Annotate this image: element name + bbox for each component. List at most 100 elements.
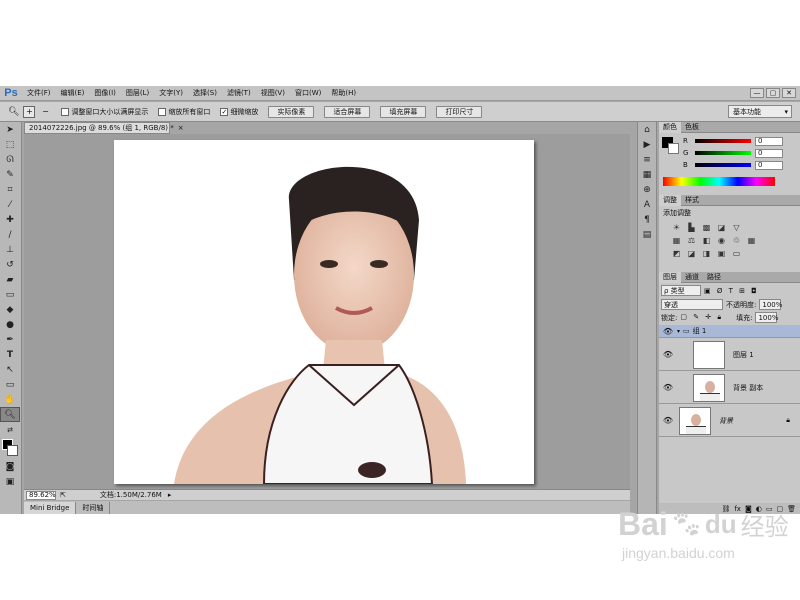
menu-help[interactable]: 帮助(H) [326, 88, 361, 98]
lasso-tool-icon[interactable]: ᘏ [0, 152, 20, 167]
marquee-tool-icon[interactable]: ⬚ [0, 137, 20, 152]
curves-icon[interactable]: ▩ [701, 222, 712, 232]
zoom-level-field[interactable]: 89.62% [26, 490, 56, 500]
gradient-map-icon[interactable]: ▭ [731, 248, 742, 258]
quick-select-tool-icon[interactable]: ✎ [0, 167, 20, 182]
color-spectrum[interactable] [663, 177, 775, 186]
eye-icon[interactable]: 👁︎ [659, 416, 677, 425]
lookup-icon[interactable]: ▦ [746, 235, 757, 245]
checkbox-box[interactable] [61, 107, 70, 116]
close-icon[interactable]: × [178, 124, 184, 132]
eyedropper-tool-icon[interactable]: ⁄ [0, 197, 20, 212]
menu-window[interactable]: 窗口(W) [290, 88, 326, 98]
brush-tool-icon[interactable]: ∕ [0, 227, 20, 242]
zoom-out-icon[interactable]: − [39, 106, 51, 118]
properties-icon[interactable]: ≡ [638, 152, 656, 167]
tab-adjustments[interactable]: 调整 [659, 194, 681, 206]
scrubby-zoom-checkbox[interactable]: ✓ 细微缩放 [220, 107, 258, 117]
posterize-icon[interactable]: ◪ [686, 248, 697, 258]
menu-image[interactable]: 图像(I) [89, 88, 121, 98]
color-swatches[interactable] [0, 437, 21, 459]
close-button[interactable]: ✕ [782, 88, 796, 98]
document-tab[interactable]: 2014072226.jpg @ 89.6% (组 1, RGB/8) * × [24, 122, 184, 134]
history-icon[interactable]: ⌂ [638, 122, 656, 137]
menu-layer[interactable]: 图层(L) [121, 88, 154, 98]
menu-filter[interactable]: 滤镜(T) [222, 88, 256, 98]
vibrance-icon[interactable]: ▽ [731, 222, 742, 232]
threshold-icon[interactable]: ◨ [701, 248, 712, 258]
eraser-tool-icon[interactable]: ▰ [0, 272, 20, 287]
g-slider[interactable] [695, 151, 751, 155]
fill-screen-button[interactable]: 填充屏幕 [380, 105, 427, 118]
dodge-tool-icon[interactable]: ● [0, 317, 20, 332]
status-menu-icon[interactable]: ▸ [168, 491, 172, 499]
mixer-icon[interactable]: ♲ [731, 235, 742, 245]
fill-field[interactable]: 100% [755, 312, 778, 323]
hue-icon[interactable]: ▦ [671, 235, 682, 245]
crop-tool-icon[interactable]: ⌗ [0, 182, 20, 197]
actions-icon[interactable]: ▶ [638, 137, 656, 152]
eye-icon[interactable]: 👁︎ [659, 327, 677, 336]
blend-mode-select[interactable]: 穿透 [661, 299, 723, 310]
minimize-button[interactable]: — [750, 88, 764, 98]
tab-channels[interactable]: 通道 [681, 272, 703, 283]
brush-panel-icon[interactable]: ▦ [638, 167, 656, 182]
zoom-in-icon[interactable]: + [23, 105, 36, 118]
menu-edit[interactable]: 编辑(E) [56, 88, 90, 98]
invert-icon[interactable]: ◩ [671, 248, 682, 258]
history-brush-tool-icon[interactable]: ↺ [0, 257, 20, 272]
photo-filter-icon[interactable]: ◉ [716, 235, 727, 245]
r-slider[interactable] [695, 139, 751, 143]
paragraph-icon[interactable]: ¶ [638, 212, 656, 227]
path-select-tool-icon[interactable]: ↖ [0, 362, 20, 377]
layer-row[interactable]: 👁︎ 图层 1 [659, 339, 800, 371]
clone-source-icon[interactable]: ⊕ [638, 182, 656, 197]
eye-icon[interactable]: 👁︎ [659, 350, 677, 359]
checkbox-box[interactable] [158, 107, 167, 116]
r-value[interactable]: 0 [755, 136, 783, 146]
tab-layers[interactable]: 图层 [659, 271, 681, 283]
restore-button[interactable]: ▢ [766, 88, 780, 98]
opacity-field[interactable]: 100% [759, 299, 782, 310]
background-color[interactable] [668, 143, 679, 154]
layer-row-group[interactable]: 👁︎ ▾ ▭ 组 1 [659, 325, 800, 338]
hand-tool-icon[interactable]: ✋ [0, 392, 20, 407]
layer-comps-icon[interactable]: ▤ [638, 227, 656, 242]
menu-select[interactable]: 选择(S) [188, 88, 222, 98]
exposure-icon[interactable]: ◪ [716, 222, 727, 232]
actual-pixels-button[interactable]: 实际像素 [268, 105, 315, 118]
levels-icon[interactable]: ▙ [686, 222, 697, 232]
background-color[interactable] [7, 445, 18, 456]
document-canvas[interactable] [114, 140, 534, 484]
pen-tool-icon[interactable]: ✒ [0, 332, 20, 347]
brightness-icon[interactable]: ☀ [671, 222, 682, 232]
lock-icons[interactable]: ▢ ✎ ✛ 🔒︎ [680, 313, 723, 322]
tab-timeline[interactable]: 时间轴 [76, 501, 111, 514]
swap-colors-icon[interactable]: ⇄ [0, 422, 20, 437]
layer-row[interactable]: 👁︎ 背景 🔒︎ [659, 405, 800, 437]
eye-icon[interactable]: 👁︎ [659, 383, 677, 392]
clone-stamp-tool-icon[interactable]: ⊥ [0, 242, 20, 257]
tab-paths[interactable]: 路径 [703, 272, 725, 283]
fit-screen-button[interactable]: 适合屏幕 [324, 105, 371, 118]
menu-file[interactable]: 文件(F) [22, 88, 56, 98]
blur-tool-icon[interactable]: ◆ [0, 302, 20, 317]
balance-icon[interactable]: ⚖ [686, 235, 697, 245]
healing-brush-tool-icon[interactable]: ✚ [0, 212, 20, 227]
zoom-tool-icon[interactable]: 🔍︎ [0, 407, 20, 422]
share-icon[interactable]: ⇱ [60, 491, 66, 499]
move-tool-icon[interactable]: ➤ [0, 122, 20, 137]
type-tool-icon[interactable]: T [0, 347, 20, 362]
selective-color-icon[interactable]: ▣ [716, 248, 727, 258]
checkbox-box[interactable]: ✓ [220, 107, 229, 116]
screen-mode-icon[interactable]: ▣ [0, 474, 20, 489]
g-value[interactable]: 0 [755, 148, 783, 158]
tab-swatches[interactable]: 色板 [681, 122, 703, 133]
zoom-tool-icon[interactable]: 🔍︎ [8, 107, 19, 117]
tab-color[interactable]: 颜色 [659, 121, 681, 133]
workspace-select[interactable]: 基本功能 ▾ [728, 105, 792, 118]
layer-filter-select[interactable]: ρ 类型 [661, 285, 701, 296]
b-value[interactable]: 0 [755, 160, 783, 170]
gradient-tool-icon[interactable]: ▭ [0, 287, 20, 302]
tab-mini-bridge[interactable]: Mini Bridge [24, 501, 77, 514]
